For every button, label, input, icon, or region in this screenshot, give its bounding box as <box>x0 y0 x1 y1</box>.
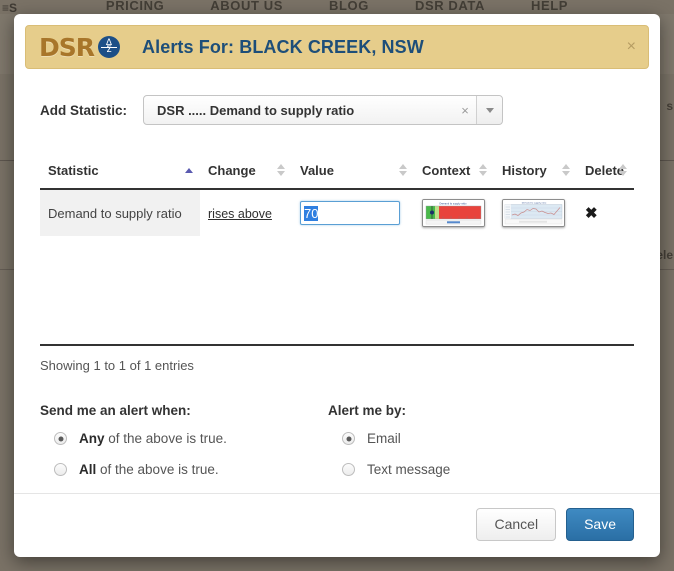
alert-when-group: Send me an alert when: Any of the above … <box>40 403 328 493</box>
gauge-thumbnail[interactable]: Demand to supply ratio <box>422 199 485 227</box>
column-header-delete[interactable]: Delete <box>577 157 634 190</box>
column-header-value-label: Value <box>300 163 334 178</box>
delete-row-icon[interactable]: ✖ <box>585 205 598 222</box>
background-nav-item-dsr-data: DSR DATA <box>414 0 485 13</box>
column-header-context[interactable]: Context <box>414 157 494 190</box>
alert-by-group: Alert me by: Email Text message <box>328 403 616 493</box>
add-statistic-label: Add Statistic: <box>40 102 128 118</box>
close-icon[interactable]: × <box>623 37 640 57</box>
column-header-statistic[interactable]: Statistic <box>40 157 200 190</box>
add-statistic-row: Add Statistic: DSR ..... Demand to suppl… <box>40 95 634 125</box>
statistic-select[interactable]: DSR ..... Demand to supply ratio × <box>143 95 504 125</box>
modal-footer: Cancel Save <box>14 492 660 558</box>
radio-label-text-message: Text message <box>367 462 451 477</box>
column-header-value[interactable]: Value <box>292 157 414 190</box>
column-header-statistic-label: Statistic <box>48 163 99 178</box>
radio-label-all: All of the above is true. <box>79 462 219 477</box>
alerts-table: Statistic Change Value Context History D… <box>40 157 634 236</box>
radio-option-email[interactable]: Email <box>342 431 616 446</box>
line-chart-thumbnail-graphic: Demand to supply ratio <box>503 200 564 226</box>
alert-when-title: Send me an alert when: <box>40 403 191 418</box>
sort-arrows-delete <box>619 163 628 177</box>
radio-option-all[interactable]: All of the above is true. <box>54 462 328 477</box>
radio-label-any: Any of the above is true. <box>79 431 227 446</box>
column-header-history-label: History <box>502 163 547 178</box>
radio-label-email: Email <box>367 431 401 446</box>
background-nav-item-help: HELP <box>531 0 569 13</box>
background-nav-item-blog: BLOG <box>329 0 369 13</box>
radio-label-any-rest: of the above is true. <box>104 431 227 446</box>
cancel-button[interactable]: Cancel <box>476 507 557 541</box>
cell-change: rises above <box>200 189 292 236</box>
background-text-fragment-right-top: s <box>666 99 673 113</box>
radio-label-any-strong: Any <box>79 431 105 446</box>
table-empty-space <box>40 236 634 344</box>
clear-icon[interactable]: × <box>454 96 476 124</box>
cell-context: Demand to supply ratio <box>414 189 494 236</box>
column-header-change[interactable]: Change <box>200 157 292 190</box>
column-header-context-label: Context <box>422 163 471 178</box>
cell-history: Demand to supply ratio <box>494 189 577 236</box>
radio-icon-email[interactable] <box>342 432 355 445</box>
sort-arrows-context <box>479 163 488 177</box>
dsr-globe-icon: Δ Σ <box>98 36 121 58</box>
column-header-change-label: Change <box>208 163 256 178</box>
sort-arrows-value <box>399 163 408 177</box>
radio-label-all-strong: All <box>79 462 97 477</box>
svg-text:Demand to supply ratio: Demand to supply ratio <box>439 202 467 205</box>
radio-icon-any[interactable] <box>54 432 67 445</box>
background-nav-item-about-us: ABOUT US <box>210 0 283 13</box>
radio-icon-all[interactable] <box>54 463 67 476</box>
background-nav-item-pricing: PRICING <box>105 0 165 13</box>
logo-wordmark: DSR <box>39 32 95 62</box>
cell-delete: ✖ <box>577 189 634 236</box>
table-header-row: Statistic Change Value Context History D… <box>40 157 634 190</box>
line-chart-thumbnail[interactable]: Demand to supply ratio <box>502 199 565 227</box>
radio-icon-text-message[interactable] <box>342 463 355 476</box>
chevron-down-icon[interactable] <box>476 96 503 124</box>
dsr-logo: DSR Δ Σ <box>39 32 121 62</box>
sort-arrows-history <box>562 163 571 177</box>
showing-entries-label: Showing 1 to 1 of 1 entries <box>40 358 194 373</box>
alerts-modal: DSR Δ Σ Alerts For: BLACK CREEK, NSW × A… <box>14 14 660 557</box>
change-condition-link[interactable]: rises above <box>208 207 272 221</box>
sort-arrows-change <box>277 163 286 177</box>
gauge-thumbnail-graphic: Demand to supply ratio <box>423 200 484 226</box>
radio-label-all-rest: of the above is true. <box>96 462 219 477</box>
modal-header: DSR Δ Σ Alerts For: BLACK CREEK, NSW × <box>25 25 649 69</box>
statistic-select-value: DSR ..... Demand to supply ratio <box>157 102 355 118</box>
cell-statistic: Demand to supply ratio <box>40 189 200 236</box>
alert-by-title: Alert me by: <box>328 403 407 418</box>
radio-option-text-message[interactable]: Text message <box>342 462 616 477</box>
value-input[interactable] <box>300 201 400 225</box>
svg-text:Demand to supply ratio: Demand to supply ratio <box>522 201 547 204</box>
table-row: Demand to supply ratio rises above Deman… <box>40 189 634 236</box>
modal-title: Alerts For: BLACK CREEK, NSW <box>142 36 424 57</box>
radio-option-any[interactable]: Any of the above is true. <box>54 431 328 446</box>
save-button[interactable]: Save <box>566 507 634 541</box>
column-header-history[interactable]: History <box>494 157 577 190</box>
logo-sigma-glyph: Σ <box>106 45 112 55</box>
modal-body: Add Statistic: DSR ..... Demand to suppl… <box>14 69 660 493</box>
cell-value <box>292 189 414 236</box>
alert-options-section: Send me an alert when: Any of the above … <box>40 403 634 493</box>
sort-arrows-statistic <box>185 163 194 177</box>
